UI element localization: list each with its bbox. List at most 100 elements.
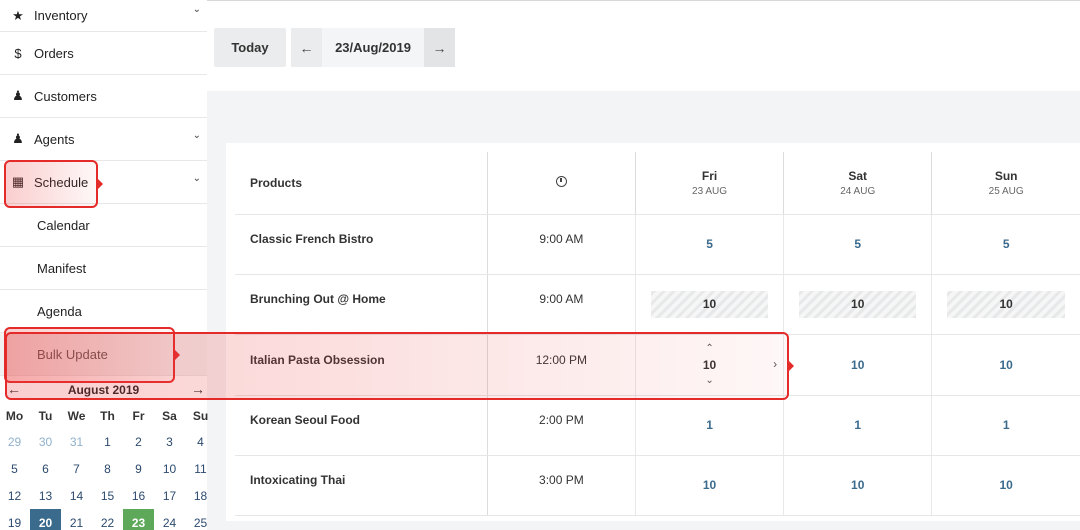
mini-calendar: ← August 2019 → Mo Tu We Th Fr Sa Su 29 30 31 1 2 3 4… — [0, 377, 208, 530]
weekday-label: Mo — [5, 408, 24, 423]
calendar-day[interactable]: 16 — [123, 482, 154, 509]
date-navigator: ← 23/Aug/2019 → — [291, 28, 455, 67]
calendar-day[interactable]: 7 — [61, 455, 92, 482]
sidebar-item-inventory[interactable]: ★ Inventory ⌄ — [0, 0, 207, 32]
current-date-label[interactable]: 23/Aug/2019 — [322, 28, 424, 67]
calendar-day[interactable]: 31 — [61, 428, 92, 455]
availability-cell[interactable]: 10 — [931, 334, 1080, 396]
today-day[interactable]: 23 — [123, 509, 154, 530]
sidebar-item-calendar[interactable]: Calendar — [0, 204, 207, 247]
availability-cell[interactable]: ⌃ 10 ⌄ › — [634, 334, 784, 396]
calendar-day[interactable]: 15 — [92, 482, 123, 509]
next-month-icon[interactable]: → — [191, 381, 205, 397]
chevron-down-icon[interactable]: ⌄ — [193, 4, 201, 15]
availability-value[interactable]: 5 — [1003, 237, 1010, 251]
availability-cell[interactable]: 1 — [783, 395, 932, 456]
sidebar-item-orders[interactable]: $ Orders — [0, 32, 207, 75]
calendar-day[interactable]: 5 — [0, 455, 30, 482]
availability-cell[interactable]: 5 — [634, 214, 784, 275]
calendar-day[interactable]: 9 — [123, 455, 154, 482]
availability-value[interactable]: 5 — [706, 237, 713, 251]
product-time: 3:00 PM — [486, 455, 636, 516]
chevron-right-icon[interactable]: › — [773, 357, 777, 371]
calendar-day[interactable]: 8 — [92, 455, 123, 482]
calendar-day[interactable]: 14 — [61, 482, 92, 509]
mini-calendar-grid: Mo Tu We Th Fr Sa Su 29 30 31 1 2 3 4 5 6 7 8 9 10 11 12 13 14 1… — [0, 403, 208, 530]
calendar-day[interactable]: 12 — [0, 482, 30, 509]
availability-cell[interactable]: 1 — [634, 395, 784, 456]
availability-value[interactable]: 1 — [854, 418, 861, 432]
decrement-icon[interactable]: ⌄ — [705, 375, 713, 386]
availability-value[interactable]: 1 — [1003, 418, 1010, 432]
arrow-left-icon[interactable]: ← — [291, 28, 322, 67]
availability-value[interactable]: 10 — [947, 290, 1065, 318]
sidebar-item-agenda[interactable]: Agenda — [0, 290, 207, 333]
availability-cell[interactable]: 1 — [931, 395, 1080, 456]
chevron-down-icon[interactable]: ⌄ — [193, 130, 201, 141]
calendar-day[interactable]: 21 — [61, 509, 92, 530]
table-row: Intoxicating Thai 3:00 PM 10 10 10 — [235, 455, 1080, 516]
arrow-right-icon[interactable]: → — [424, 28, 455, 67]
day-column-header: Sun 25 AUG — [931, 152, 1080, 215]
selected-day[interactable]: 20 — [30, 509, 61, 530]
sidebar-item-bulk-update[interactable]: Bulk Update — [0, 333, 207, 376]
availability-stepper[interactable]: ⌃ 10 ⌄ › — [636, 335, 783, 395]
sidebar-item-customers[interactable]: ♟ Customers — [0, 75, 207, 118]
calendar-day[interactable]: 22 — [92, 509, 123, 530]
calendar-day[interactable]: 24 — [154, 509, 185, 530]
calendar-day[interactable]: 30 — [30, 428, 61, 455]
calendar-day[interactable]: 2 — [123, 428, 154, 455]
availability-value[interactable]: 10 — [650, 290, 769, 318]
availability-value[interactable]: 10 — [999, 478, 1012, 492]
calendar-day[interactable]: 1 — [92, 428, 123, 455]
sidebar-item-schedule[interactable]: ▦ Schedule ⌄ — [0, 161, 207, 204]
availability-value[interactable]: 10 — [947, 351, 1065, 378]
availability-cell[interactable]: 10 — [783, 274, 932, 335]
calendar-day[interactable]: 13 — [30, 482, 61, 509]
availability-cell[interactable]: 10 — [783, 334, 932, 396]
availability-cell[interactable]: 5 — [783, 214, 932, 275]
availability-cell[interactable]: 10 — [634, 455, 784, 516]
availability-value[interactable]: 10 — [799, 290, 917, 318]
calendar-day[interactable]: 11 — [185, 455, 216, 482]
availability-cell[interactable]: 5 — [931, 214, 1080, 275]
products-column-header: Products — [235, 152, 488, 215]
availability-value[interactable]: 5 — [854, 237, 861, 251]
product-time: 9:00 AM — [486, 274, 636, 335]
calendar-day[interactable]: 18 — [185, 482, 216, 509]
today-button[interactable]: Today — [214, 28, 286, 67]
calendar-day[interactable]: 29 — [0, 428, 30, 455]
availability-value[interactable]: 1 — [706, 418, 713, 432]
weekday-label: Th — [100, 408, 115, 423]
availability-value[interactable]: 10 — [851, 478, 864, 492]
availability-cell[interactable]: 10 — [783, 455, 932, 516]
availability-cell[interactable]: 10 — [931, 455, 1080, 516]
increment-icon[interactable]: ⌃ — [705, 343, 713, 354]
availability-value[interactable]: 10 — [703, 358, 716, 372]
calendar-day[interactable]: 10 — [154, 455, 185, 482]
dollar-icon: $ — [14, 45, 22, 61]
product-name: Classic French Bistro — [235, 214, 488, 275]
sidebar-item-agents[interactable]: ♟ Agents ⌄ — [0, 118, 207, 161]
weekday-label: We — [67, 408, 86, 423]
calendar-day[interactable]: 25 — [185, 509, 216, 530]
sidebar-item-label: Orders — [34, 45, 74, 61]
previous-month-icon[interactable]: ← — [7, 381, 21, 397]
availability-cell[interactable]: 10 — [931, 274, 1080, 335]
table-header-row: Products Fri 23 AUG Sat 24 AUG Sun 25 AU… — [235, 152, 1080, 215]
day-column-header: Fri 23 AUG — [634, 152, 784, 215]
chevron-down-icon[interactable]: ⌄ — [193, 173, 201, 184]
sidebar-item-label: Agenda — [37, 303, 82, 319]
sidebar-item-manifest[interactable]: Manifest — [0, 247, 207, 290]
calendar-day[interactable]: 6 — [30, 455, 61, 482]
availability-cell[interactable]: 10 — [634, 274, 784, 335]
app-window: ★ Inventory ⌄ $ Orders ♟ Customers ♟ Age… — [0, 0, 1080, 530]
calendar-day[interactable]: 3 — [154, 428, 185, 455]
day-date: 23 AUG — [692, 185, 728, 197]
availability-value[interactable]: 10 — [703, 478, 716, 492]
calendar-day[interactable]: 17 — [154, 482, 185, 509]
availability-value[interactable]: 10 — [799, 351, 917, 378]
calendar-day[interactable]: 4 — [185, 428, 216, 455]
date-toolbar: Today ← 23/Aug/2019 → — [207, 0, 1080, 91]
calendar-day[interactable]: 19 — [0, 509, 30, 530]
